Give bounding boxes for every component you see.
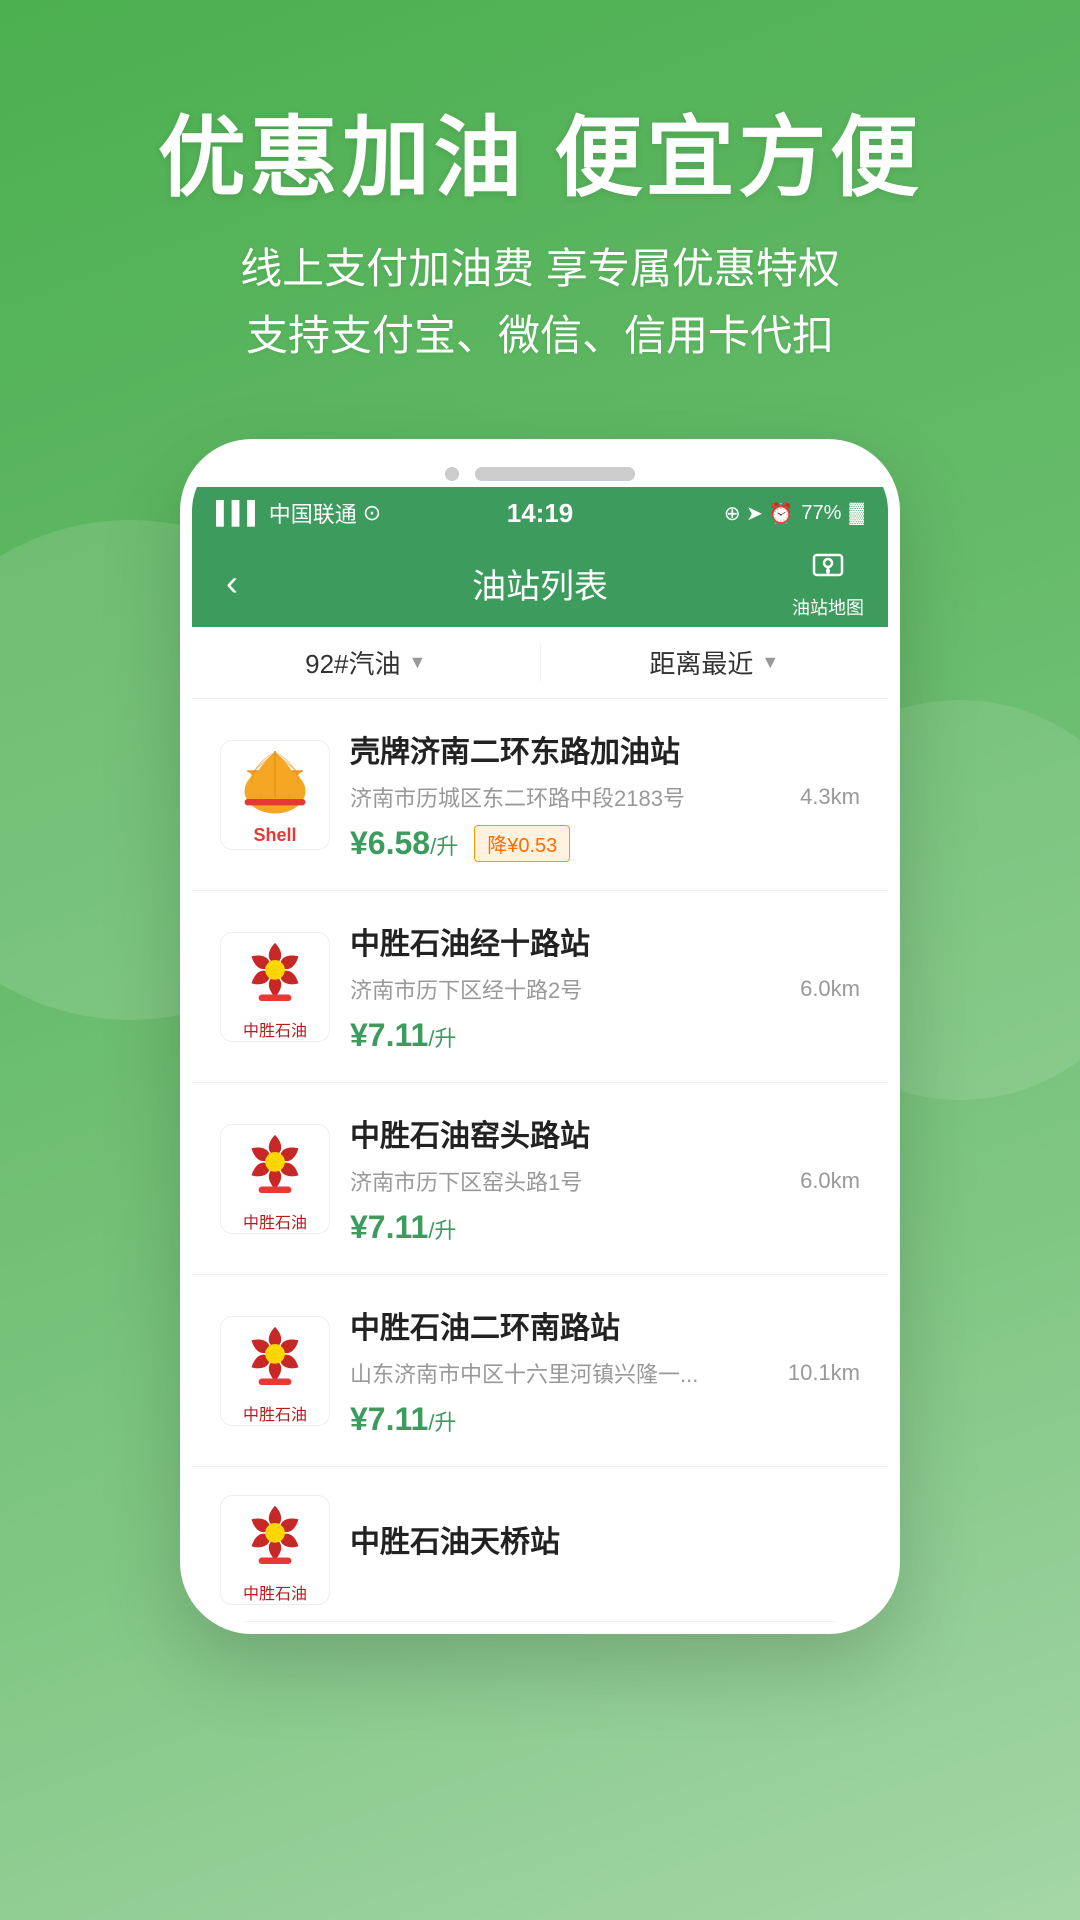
zhongsheng-brand-text-5: 中胜石油 <box>243 1580 307 1604</box>
station-info-3: 中胜石油窑头路站 济南市历下区窑头路1号 6.0km ¥7.11/升 <box>350 1111 860 1246</box>
zhongsheng-brand-text-3: 中胜石油 <box>243 1209 307 1233</box>
battery-percent: 77% <box>801 502 841 525</box>
station-logo-shell: Shell <box>220 740 330 850</box>
station-price-3: ¥7.11/升 <box>350 1209 456 1246</box>
station-name-1: 壳牌济南二环东路加油站 <box>350 727 860 771</box>
station-price-1: ¥6.58/升 <box>350 825 458 862</box>
shell-brand-text: Shell <box>253 825 296 846</box>
price-row-1: ¥6.58/升 降¥0.53 <box>350 825 860 862</box>
station-addr-row-4: 山东济南市中区十六里河镇兴隆一... 10.1km <box>350 1357 860 1389</box>
station-info-4: 中胜石油二环南路站 山东济南市中区十六里河镇兴隆一... 10.1km ¥7.1… <box>350 1303 860 1438</box>
sort-label: 距离最近 <box>649 644 753 681</box>
hero-sub-line1: 线上支付加油费 享专属优惠特权 <box>158 235 922 302</box>
price-unit-2: /升 <box>428 1026 456 1051</box>
station-price-4: ¥7.11/升 <box>350 1401 456 1438</box>
back-button[interactable]: ‹ <box>216 552 248 614</box>
zhongsheng-brand-text-4: 中胜石油 <box>243 1401 307 1425</box>
sort-filter[interactable]: 距离最近 ▼ <box>541 644 889 681</box>
status-right: ⊕ ➤ ⏰ 77% ▓ <box>573 501 864 526</box>
station-address-2: 济南市历下区经十路2号 <box>350 973 790 1005</box>
fuel-dropdown-arrow: ▼ <box>409 652 427 673</box>
station-info-1: 壳牌济南二环东路加油站 济南市历城区东二环路中段2183号 4.3km ¥6.5… <box>350 727 860 862</box>
station-name-4: 中胜石油二环南路站 <box>350 1303 860 1347</box>
fuel-type-label: 92#汽油 <box>305 644 400 681</box>
status-bar: ▌▌▌ 中国联通 ⊙ 14:19 ⊕ ➤ ⏰ 77% ▓ <box>192 487 888 539</box>
station-distance-3: 6.0km <box>800 1168 860 1194</box>
filter-bar: 92#汽油 ▼ 距离最近 ▼ <box>192 627 888 699</box>
phone-notch <box>192 451 888 487</box>
battery-icon: ▓ <box>849 502 864 525</box>
station-info-5: 中胜石油天桥站 <box>350 1517 860 1583</box>
hero-subtitle: 线上支付加油费 享专属优惠特权 支持支付宝、微信、信用卡代扣 <box>158 235 922 369</box>
zhongsheng-brand-text-2: 中胜石油 <box>243 1017 307 1041</box>
station-item[interactable]: 中胜石油 中胜石油二环南路站 山东济南市中区十六里河镇兴隆一... 10.1km… <box>192 1275 888 1467</box>
station-item[interactable]: 中胜石油 中胜石油经十路站 济南市历下区经十路2号 6.0km ¥7.11/升 <box>192 891 888 1083</box>
notch-dot <box>445 467 459 481</box>
fuel-type-filter[interactable]: 92#汽油 ▼ <box>192 644 541 681</box>
sort-dropdown-arrow: ▼ <box>761 652 779 673</box>
status-left: ▌▌▌ 中国联通 ⊙ <box>216 497 507 529</box>
location-icon: ⊕ ➤ ⏰ <box>724 501 794 526</box>
station-distance-4: 10.1km <box>788 1360 860 1386</box>
status-time: 14:19 <box>507 498 574 529</box>
station-info-2: 中胜石油经十路站 济南市历下区经十路2号 6.0km ¥7.11/升 <box>350 919 860 1054</box>
station-addr-row-2: 济南市历下区经十路2号 6.0km <box>350 973 860 1005</box>
signal-bars: ▌▌▌ <box>216 500 263 526</box>
zhongsheng-svg-icon-3 <box>230 1125 320 1207</box>
station-list: Shell 壳牌济南二环东路加油站 济南市历城区东二环路中段2183号 4.3k… <box>192 699 888 1622</box>
station-distance-2: 6.0km <box>800 976 860 1002</box>
station-logo-zhongsheng-2: 中胜石油 <box>220 932 330 1042</box>
station-address-4: 山东济南市中区十六里河镇兴隆一... <box>350 1357 778 1389</box>
hero-section: 优惠加油 便宜方便 线上支付加油费 享专属优惠特权 支持支付宝、微信、信用卡代扣 <box>158 110 922 369</box>
map-icon <box>810 547 846 592</box>
price-row-3: ¥7.11/升 <box>350 1209 860 1246</box>
zhongsheng-svg-icon-5 <box>230 1496 320 1578</box>
carrier-name: 中国联通 <box>269 497 357 529</box>
station-distance-1: 4.3km <box>800 784 860 810</box>
price-unit-4: /升 <box>428 1410 456 1435</box>
map-button[interactable]: 油站地图 <box>792 547 864 620</box>
app-background: 优惠加油 便宜方便 线上支付加油费 享专属优惠特权 支持支付宝、微信、信用卡代扣… <box>0 0 1080 1920</box>
station-item[interactable]: Shell 壳牌济南二环东路加油站 济南市历城区东二环路中段2183号 4.3k… <box>192 699 888 891</box>
station-price-2: ¥7.11/升 <box>350 1017 456 1054</box>
station-address-1: 济南市历城区东二环路中段2183号 <box>350 781 790 813</box>
station-name-3: 中胜石油窑头路站 <box>350 1111 860 1155</box>
discount-badge-1: 降¥0.53 <box>474 825 570 862</box>
station-item[interactable]: 中胜石油 中胜石油天桥站 <box>192 1467 888 1622</box>
phone-body: ▌▌▌ 中国联通 ⊙ 14:19 ⊕ ➤ ⏰ 77% ▓ ‹ 油站列表 <box>180 439 900 1634</box>
price-unit-1: /升 <box>430 834 458 859</box>
page-title: 油站列表 <box>472 559 608 608</box>
hero-sub-line2: 支持支付宝、微信、信用卡代扣 <box>158 302 922 369</box>
station-name-5: 中胜石油天桥站 <box>350 1517 860 1561</box>
wifi-icon: ⊙ <box>363 500 381 526</box>
station-addr-row-3: 济南市历下区窑头路1号 6.0km <box>350 1165 860 1197</box>
station-item[interactable]: 中胜石油 中胜石油窑头路站 济南市历下区窑头路1号 6.0km ¥7.11/升 <box>192 1083 888 1275</box>
map-label: 油站地图 <box>792 594 864 620</box>
station-address-3: 济南市历下区窑头路1号 <box>350 1165 790 1197</box>
nav-bar: ‹ 油站列表 油站地图 <box>192 539 888 627</box>
notch-bar <box>475 467 635 481</box>
phone-mockup: ▌▌▌ 中国联通 ⊙ 14:19 ⊕ ➤ ⏰ 77% ▓ ‹ 油站列表 <box>180 439 900 1634</box>
hero-title: 优惠加油 便宜方便 <box>158 110 922 207</box>
price-unit-3: /升 <box>428 1218 456 1243</box>
station-logo-zhongsheng-3: 中胜石油 <box>220 1124 330 1234</box>
shell-svg-icon <box>235 743 315 823</box>
station-addr-row-1: 济南市历城区东二环路中段2183号 4.3km <box>350 781 860 813</box>
zhongsheng-svg-icon <box>230 933 320 1015</box>
zhongsheng-svg-icon-4 <box>230 1317 320 1399</box>
price-row-4: ¥7.11/升 <box>350 1401 860 1438</box>
station-logo-zhongsheng-4: 中胜石油 <box>220 1316 330 1426</box>
station-logo-zhongsheng-5: 中胜石油 <box>220 1495 330 1605</box>
station-name-2: 中胜石油经十路站 <box>350 919 860 963</box>
price-row-2: ¥7.11/升 <box>350 1017 860 1054</box>
